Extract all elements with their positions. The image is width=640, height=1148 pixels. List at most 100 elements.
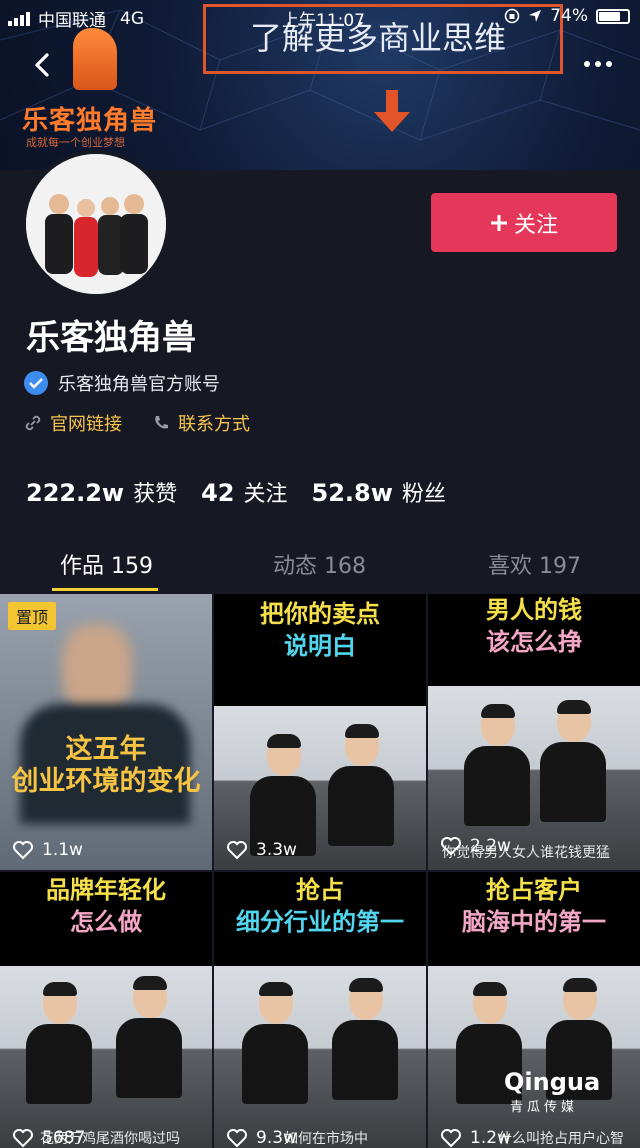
video-likes: 3.3w (226, 840, 297, 860)
clock: 上午11:07 (282, 11, 365, 31)
video-title: 抢占客户 脑海中的第一 (428, 874, 640, 938)
person-figure (116, 976, 182, 1098)
video-caption: 什么叫抢占用户心智 (498, 1131, 624, 1147)
heart-icon (441, 837, 461, 856)
video-title-line: 抢占客户 (486, 876, 582, 904)
link-icon (25, 415, 41, 431)
status-bar: 中国联通 4G 上午11:07 74% (0, 0, 640, 34)
back-button[interactable] (28, 50, 58, 80)
watermark-sub: 青瓜传媒 (510, 1100, 579, 1115)
video-thumbnail[interactable]: 置顶 这五年 创业环境的变化 1.1w (0, 594, 212, 870)
verified-badge-icon (24, 371, 48, 395)
profile-stats: 222.2w 获赞 42 关注 52.8w 粉丝 (26, 476, 446, 508)
video-title-line: 该怎么挣 (486, 628, 582, 656)
video-grid: 置顶 这五年 创业环境的变化 1.1w 把你的卖点 说明白 3.3w 男人的钱 (0, 594, 640, 1148)
person-figure (242, 982, 308, 1104)
blurred-face (62, 624, 132, 714)
heart-icon (227, 841, 247, 860)
video-title-line: 脑海中的第一 (462, 908, 606, 936)
more-options-icon[interactable] (582, 56, 614, 72)
followers-count: 52.8w (311, 479, 393, 507)
video-likes-count: 3.3w (256, 840, 297, 860)
watermark: Qingua 青瓜传媒 (504, 1068, 614, 1128)
tab-likes[interactable]: 喜欢 197 (488, 548, 581, 580)
follow-button[interactable]: 关注 (431, 193, 617, 252)
profile-links: 官网链接 联系方式 (24, 410, 250, 436)
video-title: 抢占 细分行业的第一 (214, 874, 426, 938)
verified-label: 乐客独角兽官方账号 (58, 374, 220, 395)
active-tab-indicator (52, 588, 158, 591)
video-title: 男人的钱 该怎么挣 (428, 594, 640, 658)
following-stat[interactable]: 42 关注 (201, 476, 287, 508)
tab-works[interactable]: 作品 159 (60, 548, 153, 580)
video-likes: 2.2w (440, 836, 511, 856)
phone-icon (155, 416, 168, 429)
video-likes: 1.2w (440, 1128, 511, 1148)
person-figure (26, 982, 92, 1104)
location-icon (529, 10, 542, 22)
video-thumbnail[interactable]: 抢占 细分行业的第一 如何在市场中 9.3w (214, 872, 426, 1148)
contact-link[interactable]: 联系方式 (152, 410, 250, 436)
logo-name: 乐客独角兽 (22, 106, 158, 136)
video-scene (214, 966, 426, 1148)
video-likes: 1.1w (12, 840, 83, 860)
video-likes-count: 1.1w (42, 840, 83, 860)
tab-posts[interactable]: 动态 168 (273, 548, 366, 580)
video-scene (0, 966, 212, 1148)
video-likes: 9.3w (226, 1128, 297, 1148)
video-likes-count: 1.2w (470, 1128, 511, 1148)
video-title-line: 这五年 (65, 734, 147, 765)
video-title-line: 男人的钱 (486, 596, 582, 624)
person-figure (250, 734, 316, 856)
carrier: 中国联通 (38, 11, 106, 31)
profile-nickname: 乐客独角兽 (26, 318, 196, 358)
video-title-line: 说明白 (284, 632, 356, 660)
video-title-line: 创业环境的变化 (11, 766, 201, 797)
arrow-down-icon (374, 90, 410, 132)
video-thumbnail[interactable]: 男人的钱 该怎么挣 你觉得男人女人谁花钱更猛 2.2w (428, 594, 640, 870)
following-label: 关注 (243, 482, 288, 507)
likes-count: 222.2w (26, 479, 125, 507)
lock-rotation-icon (504, 8, 520, 24)
heart-icon (227, 1129, 247, 1148)
followers-stat[interactable]: 52.8w 粉丝 (312, 476, 446, 508)
video-likes-count: 2.2w (470, 836, 511, 856)
video-likes-count: 5687 (42, 1128, 86, 1148)
video-title: 把你的卖点 说明白 (214, 598, 426, 662)
signal-icon (8, 11, 30, 26)
website-link-label: 官网链接 (50, 414, 122, 435)
video-title-line: 怎么做 (70, 908, 142, 936)
likes-stat[interactable]: 222.2w 获赞 (26, 476, 177, 508)
avatar-photo (26, 154, 166, 294)
heart-icon (13, 841, 33, 860)
video-title-line: 细分行业的第一 (236, 908, 404, 936)
video-thumbnail[interactable]: 把你的卖点 说明白 3.3w (214, 594, 426, 870)
unicorn-logo-icon (73, 28, 117, 90)
video-title-line: 抢占 (296, 876, 344, 904)
video-likes-count: 9.3w (256, 1128, 297, 1148)
pinned-badge: 置顶 (8, 602, 57, 630)
avatar[interactable] (22, 150, 170, 298)
contact-link-label: 联系方式 (178, 414, 250, 435)
battery-percent: 74% (550, 6, 588, 26)
video-title: 这五年 创业环境的变化 (0, 734, 212, 798)
watermark-brand: Qingua (504, 1068, 601, 1096)
likes-label: 获赞 (133, 482, 178, 507)
following-count: 42 (201, 479, 235, 507)
website-link[interactable]: 官网链接 (24, 410, 122, 436)
video-title-line: 把你的卖点 (260, 600, 380, 628)
person-figure (540, 700, 606, 822)
video-title: 品牌年轻化 怎么做 (0, 874, 212, 938)
plus-icon (490, 214, 507, 231)
person-figure (332, 978, 398, 1100)
network-type: 4G (120, 8, 144, 29)
video-thumbnail[interactable]: 品牌年轻化 怎么做 花两万鸡尾酒你喝过吗 5687 (0, 872, 212, 1148)
video-title-line: 品牌年轻化 (46, 876, 166, 904)
person-figure (328, 724, 394, 846)
video-likes: 5687 (12, 1128, 85, 1148)
profile-tabs: 作品 159 动态 168 喜欢 197 (0, 538, 640, 591)
person-figure (464, 704, 530, 826)
battery-icon (596, 8, 630, 24)
heart-icon (13, 1129, 33, 1148)
logo-slogan: 成就每一个创业梦想 (26, 136, 125, 149)
